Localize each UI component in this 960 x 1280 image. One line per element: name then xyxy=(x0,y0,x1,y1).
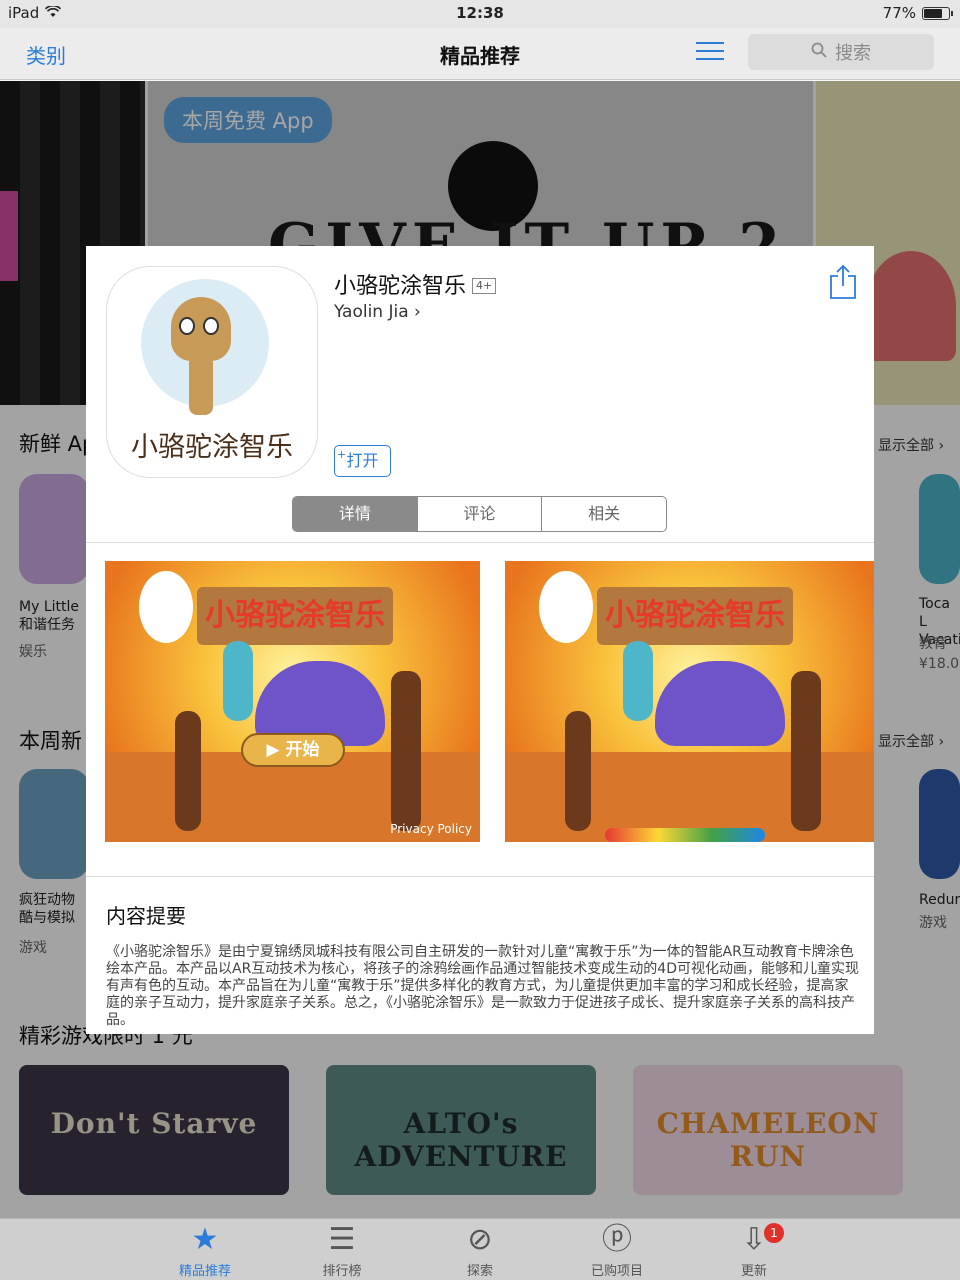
tab-purchased[interactable]: ⓟ 已购项目 xyxy=(557,1222,677,1280)
age-rating-badge: 4+ xyxy=(472,278,497,294)
start-button-art: ▶ 开始 xyxy=(241,733,345,767)
tab-explore[interactable]: ⊘ 探索 xyxy=(420,1222,540,1280)
loading-bar xyxy=(605,828,765,842)
search-placeholder: 搜索 xyxy=(835,43,871,64)
tab-details[interactable]: 详情 xyxy=(293,497,417,531)
tab-label: 精品推荐 xyxy=(178,1264,231,1279)
tab-charts[interactable]: ☰ 排行榜 xyxy=(282,1222,402,1280)
list-icon[interactable] xyxy=(696,42,724,64)
app-detail-modal: 小骆驼涂智乐 小骆驼涂智乐 4+ Yaolin Jia › + 打开 详情 评论 … xyxy=(86,246,874,1034)
battery-icon xyxy=(922,6,953,20)
tab-label: 探索 xyxy=(466,1264,493,1279)
tab-bar: ★ 精品推荐 ☰ 排行榜 ⊘ 探索 ⓟ 已购项目 ⇩ 更新 1 xyxy=(0,1218,960,1280)
purchased-icon: ⓟ xyxy=(602,1222,632,1257)
plus-icon: + xyxy=(337,448,347,461)
tab-featured[interactable]: ★ 精品推荐 xyxy=(145,1222,265,1280)
privacy-policy-text: Privacy Policy xyxy=(390,822,472,836)
tab-label: 排行榜 xyxy=(322,1264,362,1279)
screenshot-sign: 小骆驼涂智乐 xyxy=(197,587,393,645)
tab-label: 更新 xyxy=(740,1264,767,1279)
description-text: 《小骆驼涂智乐》是由宁夏锦绣凤城科技有限公司自主研发的一款针对儿童“寓教于乐”为… xyxy=(106,944,859,1028)
share-icon[interactable] xyxy=(828,264,858,300)
screenshot-2[interactable]: 小骆驼涂智乐 xyxy=(505,561,874,842)
list-icon: ☰ xyxy=(328,1222,356,1257)
search-field[interactable]: 搜索 xyxy=(748,34,934,70)
update-count-badge: 1 xyxy=(764,1223,784,1243)
app-icon-text: 小骆驼涂智乐 xyxy=(131,432,293,463)
open-button[interactable]: + 打开 xyxy=(334,445,391,477)
battery-percent: 77% xyxy=(882,4,916,22)
tab-label: 已购项目 xyxy=(590,1264,643,1279)
divider xyxy=(86,876,874,877)
tab-updates[interactable]: ⇩ 更新 1 xyxy=(694,1223,814,1279)
battery-level xyxy=(924,8,943,18)
detail-segmented-control: 详情 评论 相关 xyxy=(292,496,667,532)
search-icon xyxy=(811,42,827,63)
screenshot-sign: 小骆驼涂智乐 xyxy=(597,587,793,645)
screenshot-1[interactable]: 小骆驼涂智乐 ▶ 开始 Privacy Policy xyxy=(105,561,480,842)
status-bar: iPad 12:38 77% xyxy=(0,0,960,28)
description-heading: 内容提要 xyxy=(106,904,186,928)
nav-bar: 类别 精品推荐 搜索 xyxy=(0,28,960,80)
compass-icon: ⊘ xyxy=(467,1222,493,1257)
star-icon: ★ xyxy=(191,1222,219,1257)
tab-reviews[interactable]: 评论 xyxy=(416,497,542,531)
divider xyxy=(86,542,874,543)
app-icon: 小骆驼涂智乐 xyxy=(106,266,318,478)
developer-link[interactable]: Yaolin Jia › xyxy=(334,302,421,322)
clock: 12:38 xyxy=(456,4,504,22)
tab-related[interactable]: 相关 xyxy=(541,497,666,531)
app-title: 小骆驼涂智乐 xyxy=(334,274,467,299)
